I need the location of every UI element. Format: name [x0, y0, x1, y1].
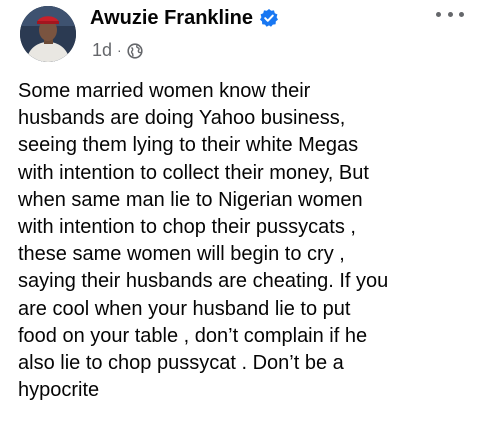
more-options-icon-dot	[447, 11, 453, 17]
more-options-button[interactable]	[436, 5, 464, 23]
avatar-photo	[20, 6, 76, 62]
author-name[interactable]: Awuzie Frankline	[90, 6, 253, 30]
facebook-post: Awuzie Frankline 1d · Some married women…	[0, 0, 479, 443]
verified-badge-icon	[259, 8, 279, 28]
meta-separator: ·	[117, 42, 122, 58]
author-avatar[interactable]	[20, 6, 76, 62]
more-options-icon-dot	[459, 11, 464, 17]
more-options-icon-dot	[436, 11, 441, 17]
post-body-text: Some married women know their husbands a…	[18, 80, 389, 402]
post-header-name-row: Awuzie Frankline	[90, 6, 279, 30]
post-meta: 1d ·	[92, 39, 143, 61]
globe-icon[interactable]	[127, 42, 143, 59]
post-timestamp[interactable]: 1d	[92, 39, 112, 61]
